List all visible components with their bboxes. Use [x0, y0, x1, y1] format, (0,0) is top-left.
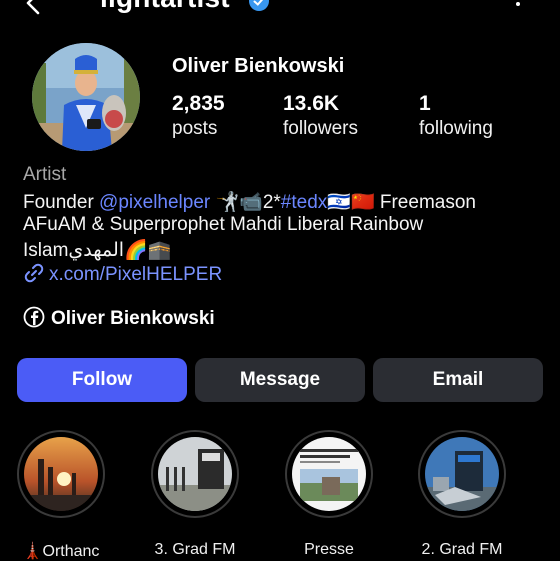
back-arrow-icon[interactable] — [22, 0, 48, 16]
highlight-thumbnail — [292, 437, 366, 511]
bio-category: Artist — [23, 164, 67, 185]
highlight-presse[interactable] — [285, 430, 373, 518]
stat-posts-value: 2,835 — [172, 92, 225, 115]
bio-link-text[interactable]: x.com/PixelHELPER — [49, 264, 222, 285]
bio-mention-link[interactable]: @pixelhelper — [99, 192, 210, 213]
highlight-thumbnail — [425, 437, 499, 511]
profile-avatar[interactable] — [32, 43, 140, 151]
top-bar — [0, 0, 560, 20]
highlight-thumbnail — [24, 437, 98, 511]
stat-posts-label: posts — [172, 118, 218, 139]
profile-username: lightartist — [100, 0, 230, 14]
facebook-icon — [23, 306, 45, 328]
highlight-3-grad-fm[interactable] — [151, 430, 239, 518]
highlight-label: 🗼Orthanc — [22, 543, 100, 560]
highlight-label: Presse — [304, 541, 354, 558]
more-options-icon[interactable] — [508, 0, 528, 8]
stat-following-label: following — [419, 118, 493, 139]
highlight-label: 2. Grad FM — [421, 541, 503, 558]
bio-hashtag-link[interactable]: #tedx — [281, 192, 327, 213]
bio-text: 🇮🇱🇨🇳 Freemason — [327, 192, 476, 213]
stat-followers[interactable]: 13.6K followers — [283, 92, 358, 140]
stat-followers-value: 13.6K — [283, 92, 340, 115]
email-button[interactable]: Email — [373, 358, 543, 402]
stat-followers-label: followers — [283, 118, 358, 139]
bio-line-2: AFuAM & Superprophet Mahdi Liberal Rainb… — [23, 214, 424, 235]
facebook-link-row[interactable]: Oliver Bienkowski — [23, 306, 215, 330]
stat-posts[interactable]: 2,835 posts — [172, 92, 225, 140]
highlight-2-grad-fm[interactable] — [418, 430, 506, 518]
profile-display-name: Oliver Bienkowski — [172, 55, 345, 77]
stat-following-value: 1 — [419, 92, 431, 115]
highlight-orthanc[interactable] — [17, 430, 105, 518]
message-button[interactable]: Message — [195, 358, 365, 402]
bio-link-row[interactable]: x.com/PixelHELPER — [23, 262, 222, 286]
follow-button[interactable]: Follow — [17, 358, 187, 402]
verified-badge-icon — [249, 0, 269, 11]
highlight-thumbnail — [158, 437, 232, 511]
bio-line-1: Founder @pixelhelper 🤺📹2*#tedx🇮🇱🇨🇳 Freem… — [23, 190, 476, 214]
bio-text: Founder — [23, 192, 100, 213]
bio-line-3: Islamالمهدي🌈🕋 — [23, 240, 172, 261]
stat-following[interactable]: 1 following — [419, 92, 493, 140]
link-icon — [24, 263, 44, 283]
bio-text: 🤺📹2* — [210, 192, 281, 213]
highlight-label: 3. Grad FM — [154, 541, 236, 558]
facebook-name[interactable]: Oliver Bienkowski — [51, 308, 215, 329]
avatar-photo — [32, 43, 140, 151]
